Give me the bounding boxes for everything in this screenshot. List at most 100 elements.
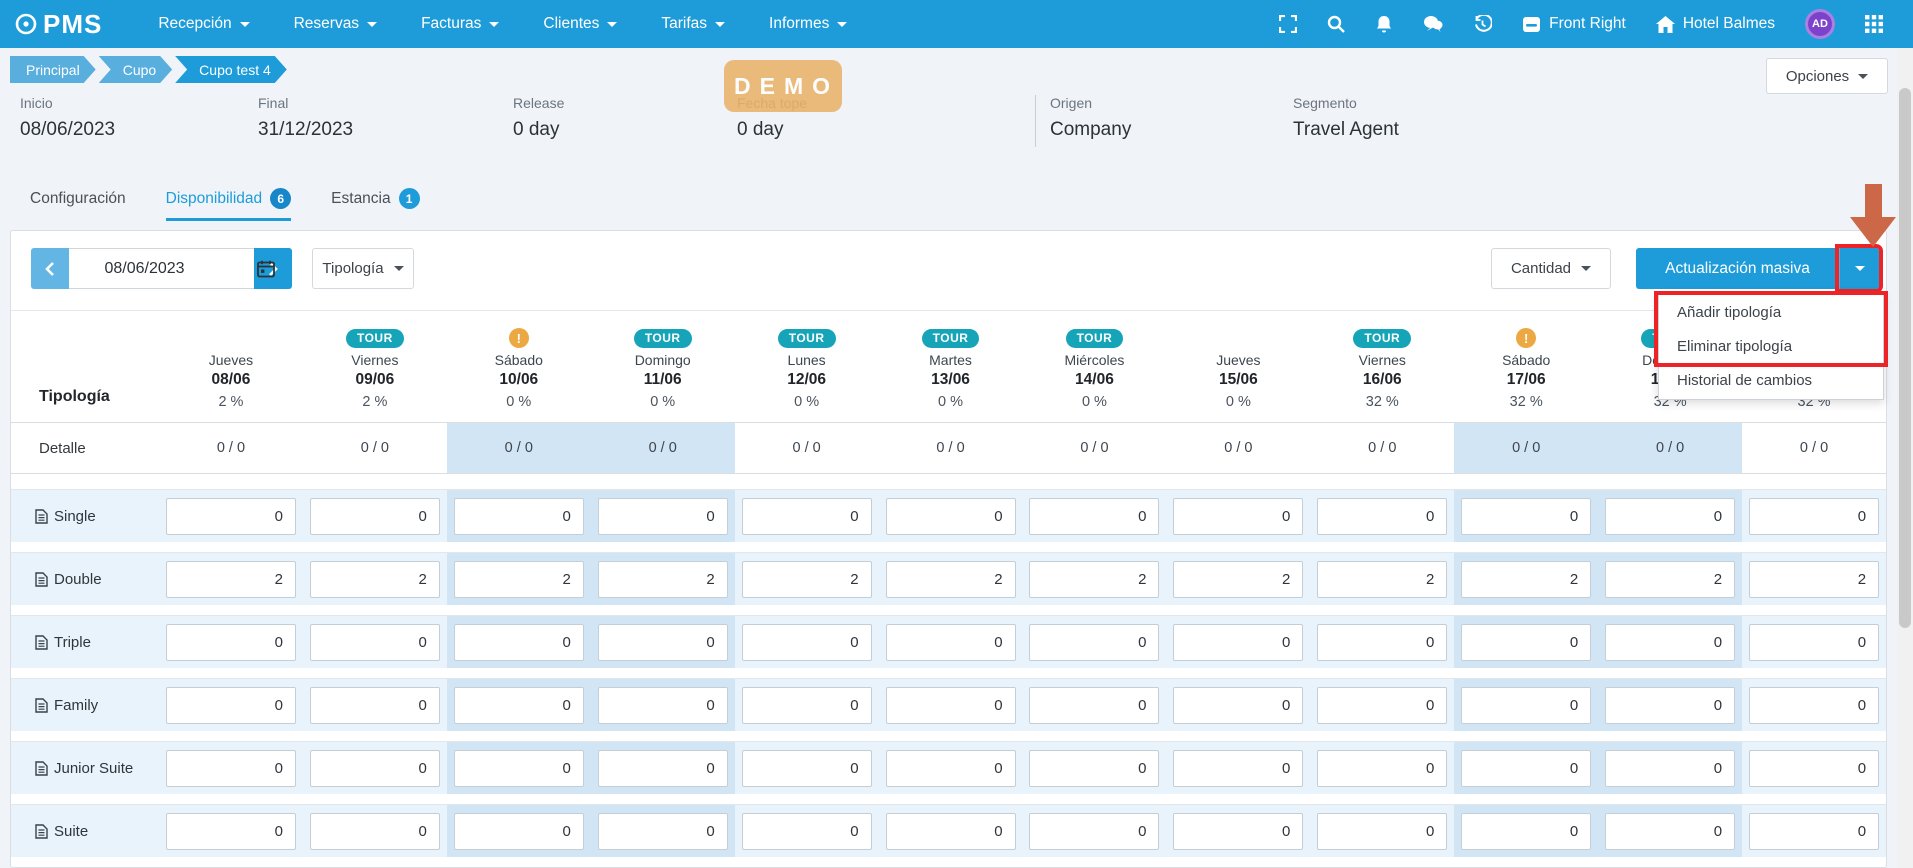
apps-grid-icon[interactable] [1865, 15, 1883, 33]
availability-input[interactable] [598, 687, 728, 724]
scrollbar-thumb[interactable] [1899, 88, 1911, 628]
availability-input[interactable] [1461, 750, 1591, 787]
actualizacion-masiva-button[interactable]: Actualización masiva [1636, 248, 1839, 289]
availability-input[interactable] [598, 750, 728, 787]
vertical-scrollbar[interactable] [1897, 48, 1913, 868]
availability-input[interactable] [1749, 498, 1879, 535]
availability-input[interactable] [1173, 813, 1303, 850]
actualizacion-masiva-caret-button[interactable] [1839, 248, 1879, 289]
availability-input[interactable] [166, 561, 296, 598]
availability-input[interactable] [1029, 813, 1159, 850]
availability-input[interactable] [886, 750, 1016, 787]
availability-input[interactable] [742, 813, 872, 850]
menu-item-eliminar-tipología[interactable]: Eliminar tipología [1659, 329, 1883, 363]
availability-input[interactable] [886, 687, 1016, 724]
availability-input[interactable] [166, 750, 296, 787]
date-input[interactable] [69, 248, 254, 289]
menu-item-historial-de-cambios[interactable]: Historial de cambios [1659, 363, 1883, 397]
availability-input[interactable] [1749, 750, 1879, 787]
fullscreen-icon[interactable] [1279, 15, 1297, 33]
availability-input[interactable] [598, 813, 728, 850]
availability-input[interactable] [1317, 813, 1447, 850]
availability-input[interactable] [1317, 561, 1447, 598]
front-office-switcher[interactable]: Front Right [1522, 15, 1626, 33]
availability-input[interactable] [1029, 498, 1159, 535]
availability-input[interactable] [598, 624, 728, 661]
tab-configuración[interactable]: Configuración [30, 188, 126, 221]
availability-input[interactable] [742, 687, 872, 724]
availability-input[interactable] [1029, 561, 1159, 598]
menu-item-añadir-tipología[interactable]: Añadir tipología [1659, 295, 1883, 329]
availability-input[interactable] [1317, 624, 1447, 661]
previous-day-button[interactable] [31, 248, 69, 289]
opciones-button[interactable]: Opciones [1766, 58, 1888, 94]
availability-input[interactable] [1173, 624, 1303, 661]
availability-input[interactable] [598, 561, 728, 598]
availability-input[interactable] [1173, 561, 1303, 598]
menu-informes[interactable]: Informes [751, 2, 865, 46]
availability-input[interactable] [166, 813, 296, 850]
availability-input[interactable] [1029, 624, 1159, 661]
tab-estancia[interactable]: Estancia1 [331, 188, 419, 221]
history-icon[interactable] [1473, 15, 1492, 34]
availability-input[interactable] [1317, 687, 1447, 724]
availability-input[interactable] [166, 687, 296, 724]
availability-input[interactable] [1605, 687, 1735, 724]
availability-input[interactable] [742, 561, 872, 598]
breadcrumb-item[interactable]: Cupo test 4 [175, 56, 287, 83]
menu-facturas[interactable]: Facturas [403, 2, 517, 46]
availability-input[interactable] [310, 561, 440, 598]
menu-tarifas[interactable]: Tarifas [643, 2, 743, 46]
availability-input[interactable] [1317, 498, 1447, 535]
availability-input[interactable] [1605, 813, 1735, 850]
availability-input[interactable] [742, 498, 872, 535]
availability-input[interactable] [1029, 687, 1159, 724]
breadcrumb-item[interactable]: Principal [10, 56, 96, 83]
menu-recepción[interactable]: Recepción [140, 2, 267, 46]
availability-input[interactable] [742, 624, 872, 661]
availability-input[interactable] [310, 687, 440, 724]
availability-input[interactable] [166, 624, 296, 661]
availability-input[interactable] [454, 561, 584, 598]
menu-reservas[interactable]: Reservas [276, 2, 395, 46]
availability-input[interactable] [1605, 498, 1735, 535]
availability-input[interactable] [1605, 750, 1735, 787]
availability-input[interactable] [1029, 750, 1159, 787]
availability-input[interactable] [886, 813, 1016, 850]
availability-input[interactable] [310, 813, 440, 850]
availability-input[interactable] [1461, 687, 1591, 724]
notifications-icon[interactable] [1375, 15, 1393, 34]
hotel-switcher[interactable]: Hotel Balmes [1656, 15, 1775, 33]
availability-input[interactable] [1605, 624, 1735, 661]
availability-input[interactable] [454, 624, 584, 661]
availability-input[interactable] [454, 687, 584, 724]
availability-input[interactable] [454, 498, 584, 535]
availability-input[interactable] [310, 498, 440, 535]
next-day-button[interactable] [254, 248, 292, 289]
chat-icon[interactable] [1423, 15, 1443, 33]
availability-input[interactable] [1173, 687, 1303, 724]
availability-input[interactable] [1317, 750, 1447, 787]
availability-input[interactable] [1749, 813, 1879, 850]
pms-logo[interactable]: PMS [14, 9, 102, 40]
availability-input[interactable] [1173, 750, 1303, 787]
availability-input[interactable] [886, 561, 1016, 598]
tipologia-dropdown[interactable]: Tipología [312, 248, 414, 289]
menu-clientes[interactable]: Clientes [525, 2, 635, 46]
availability-input[interactable] [742, 750, 872, 787]
user-avatar[interactable]: AD [1805, 9, 1835, 39]
availability-input[interactable] [886, 624, 1016, 661]
availability-input[interactable] [886, 498, 1016, 535]
availability-input[interactable] [1749, 561, 1879, 598]
availability-input[interactable] [1461, 498, 1591, 535]
availability-input[interactable] [1461, 561, 1591, 598]
availability-input[interactable] [454, 813, 584, 850]
availability-input[interactable] [1461, 624, 1591, 661]
availability-input[interactable] [598, 498, 728, 535]
availability-input[interactable] [166, 498, 296, 535]
availability-input[interactable] [1749, 687, 1879, 724]
cantidad-dropdown[interactable]: Cantidad [1491, 248, 1611, 289]
availability-input[interactable] [454, 750, 584, 787]
availability-input[interactable] [1605, 561, 1735, 598]
tab-disponibilidad[interactable]: Disponibilidad6 [166, 188, 292, 221]
